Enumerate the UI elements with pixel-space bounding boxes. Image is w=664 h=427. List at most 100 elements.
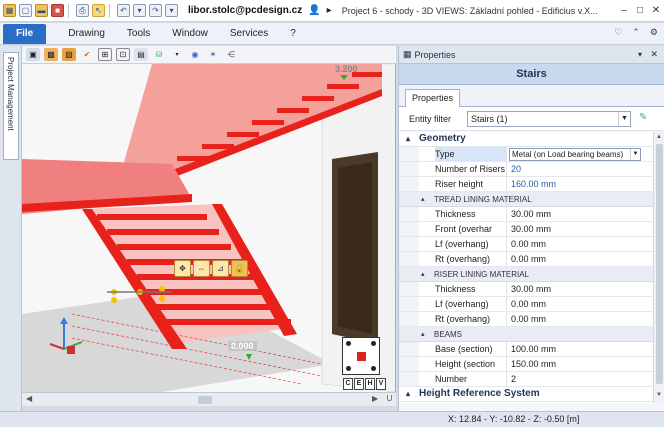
nav-dot[interactable] xyxy=(371,341,376,346)
walk-icon[interactable]: ✔ xyxy=(80,48,94,61)
property-value[interactable]: 2 xyxy=(509,372,651,386)
section-tread-lining[interactable]: ▴ TREAD LINING MATERIAL xyxy=(399,192,653,207)
tab-properties[interactable]: Properties xyxy=(405,89,461,108)
property-value[interactable]: 20 xyxy=(509,162,651,176)
property-value[interactable]: 30.00 mm xyxy=(509,207,651,221)
entity-filter-select[interactable]: Stairs (1) ▼ xyxy=(467,111,631,127)
view-h-button[interactable]: H xyxy=(365,378,375,390)
view-v-button[interactable]: V xyxy=(376,378,386,390)
property-value[interactable]: 0.00 mm xyxy=(509,297,651,311)
nav-center[interactable] xyxy=(357,352,366,361)
property-row[interactable]: Rt (overhang) 0.00 mm xyxy=(399,252,653,267)
property-row[interactable]: Lf (overhang) 0.00 mm xyxy=(399,237,653,252)
property-row[interactable]: Number of Risers 20 xyxy=(399,162,653,177)
mirror-icon[interactable]: ⊿ xyxy=(212,260,229,277)
property-row[interactable]: Lf (overhang) 0.00 mm xyxy=(399,297,653,312)
scroll-thumb[interactable] xyxy=(198,396,212,404)
sphere-icon[interactable]: ◉ xyxy=(188,48,202,61)
view-3d-icon[interactable]: ▣ xyxy=(26,48,40,61)
viewport-hscrollbar[interactable]: ◀ ▶ xyxy=(22,392,396,406)
chevron-down-icon[interactable]: ▼ xyxy=(630,149,640,160)
print-icon[interactable]: ⎙ xyxy=(76,4,89,17)
scroll-up-icon[interactable]: ▲ xyxy=(656,134,662,140)
chevron-down-icon[interactable]: ▼ xyxy=(618,112,630,126)
filter-edit-icon[interactable]: ✎ xyxy=(639,112,653,126)
property-value[interactable]: 100.00 mm xyxy=(509,342,651,356)
property-value[interactable]: 150.00 mm xyxy=(509,357,651,371)
viewport-3d[interactable]: 3.200 ✥ ⇔ ⊿ 🔒 0.000 C E H V xyxy=(22,64,396,392)
property-value[interactable]: 30.00 mm xyxy=(509,282,651,296)
collapse-icon[interactable]: ▴ xyxy=(421,330,425,338)
menu-tools[interactable]: Tools xyxy=(127,28,150,39)
property-value[interactable]: 0.00 mm xyxy=(509,252,651,266)
nav-dot[interactable] xyxy=(346,366,351,371)
share-icon[interactable]: ⋲ xyxy=(224,48,238,61)
layers-icon[interactable]: ⛁ xyxy=(152,48,166,61)
undo-dropdown-icon[interactable]: ▾ xyxy=(133,4,146,17)
property-value[interactable]: 0.00 mm xyxy=(509,237,651,251)
layers-dropdown-icon[interactable]: ▾ xyxy=(170,48,184,61)
property-row[interactable]: Rt (overhang) 0.00 mm xyxy=(399,312,653,327)
new-file-icon[interactable]: ▢ xyxy=(19,4,32,17)
redo-icon[interactable]: ↷ xyxy=(149,4,162,17)
texture-icon[interactable]: ▧ xyxy=(62,48,76,61)
open-folder-icon[interactable]: ▬ xyxy=(35,4,48,17)
settings-icon[interactable]: ⚙ xyxy=(650,27,658,38)
collapse-icon[interactable]: ▴ xyxy=(421,195,425,203)
property-row[interactable]: Number 2 xyxy=(399,372,653,387)
close-button[interactable]: ✕ xyxy=(648,0,664,21)
zoom-extents-icon[interactable]: ⊡ xyxy=(116,48,130,61)
project-management-tab[interactable]: Project Management xyxy=(3,52,19,160)
property-row[interactable]: Height (section 150.00 mm xyxy=(399,357,653,372)
collapse-ribbon-icon[interactable]: ⌃ xyxy=(632,27,640,38)
scroll-down-icon[interactable]: ▼ xyxy=(656,392,662,398)
maximize-button[interactable]: □ xyxy=(632,0,648,21)
nav-dot[interactable] xyxy=(371,366,376,371)
stretch-icon[interactable]: ⇔ xyxy=(193,260,210,277)
property-grid-scrollbar[interactable]: ▲ ▼ xyxy=(653,132,664,403)
property-value[interactable]: 160.00 mm xyxy=(509,177,651,191)
property-row-type[interactable]: Type Metal (on Load bearing beams) ▼ xyxy=(399,147,653,162)
property-row[interactable]: Thickness 30.00 mm xyxy=(399,207,653,222)
menu-help[interactable]: ? xyxy=(290,28,296,39)
app-icon[interactable]: ▦ xyxy=(3,4,16,17)
close-icon[interactable]: ✕ xyxy=(650,49,658,60)
menu-file[interactable]: File xyxy=(3,23,47,44)
collapse-icon[interactable]: ▴ xyxy=(406,134,410,143)
scroll-u-icon[interactable]: U xyxy=(383,392,396,406)
menu-drawing[interactable]: Drawing xyxy=(68,28,105,39)
property-row[interactable]: Thickness 30.00 mm xyxy=(399,282,653,297)
nav-dot[interactable] xyxy=(346,341,351,346)
minimize-button[interactable]: – xyxy=(616,0,632,21)
view-e-button[interactable]: E xyxy=(354,378,364,390)
property-row[interactable]: Riser height 160.00 mm xyxy=(399,177,653,192)
zoom-window-icon[interactable]: ⊞ xyxy=(98,48,112,61)
collapse-icon[interactable]: ▴ xyxy=(421,270,425,278)
section-beams[interactable]: ▴ BEAMS xyxy=(399,327,653,342)
save-icon[interactable]: ■ xyxy=(51,4,64,17)
property-value[interactable]: 30.00 mm xyxy=(509,222,651,236)
menu-services[interactable]: Services xyxy=(230,28,268,39)
pin-icon[interactable]: ▾ xyxy=(638,50,642,59)
undo-icon[interactable]: ↶ xyxy=(117,4,130,17)
property-row[interactable]: Front (overhar 30.00 mm xyxy=(399,222,653,237)
property-value[interactable]: 0.00 mm xyxy=(509,312,651,326)
user-icon[interactable]: 👤 xyxy=(308,5,320,16)
lock-icon[interactable]: 🔒 xyxy=(231,260,248,277)
select-pointer-icon[interactable]: ↖ xyxy=(92,4,105,17)
view-navigator[interactable] xyxy=(342,337,380,375)
section-riser-lining[interactable]: ▴ RISER LINING MATERIAL xyxy=(399,267,653,282)
type-select[interactable]: Metal (on Load bearing beams) ▼ xyxy=(509,148,641,161)
scroll-right-icon[interactable]: ▶ xyxy=(372,394,378,403)
move-icon[interactable]: ✥ xyxy=(174,260,191,277)
property-row[interactable]: Base (section) 100.00 mm xyxy=(399,342,653,357)
menu-window[interactable]: Window xyxy=(172,28,208,39)
section-icon[interactable]: ▤ xyxy=(134,48,148,61)
scroll-left-icon[interactable]: ◀ xyxy=(26,394,32,403)
view-c-button[interactable]: C xyxy=(343,378,353,390)
section-geometry[interactable]: ▴ Geometry xyxy=(399,132,653,147)
section-height-reference[interactable]: ▴ Height Reference System xyxy=(399,387,653,402)
sun-icon[interactable]: ✶ xyxy=(206,48,220,61)
render-icon[interactable]: ▩ xyxy=(44,48,58,61)
collapse-icon[interactable]: ▴ xyxy=(406,389,410,398)
